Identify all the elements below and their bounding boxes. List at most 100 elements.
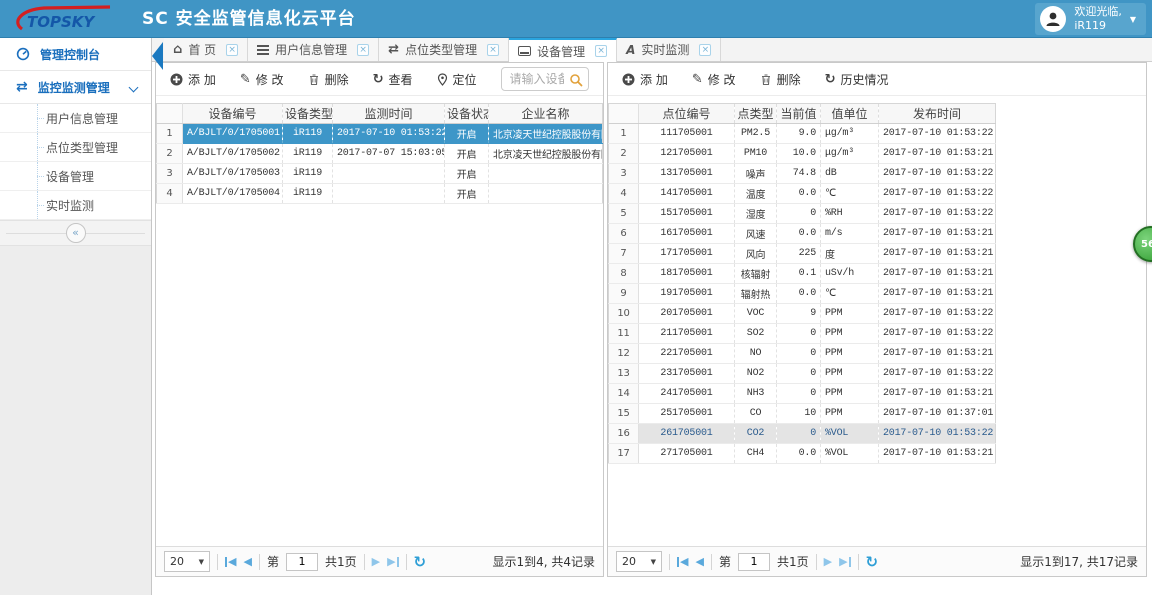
table-cell: 度 [820, 243, 879, 264]
table-row[interactable]: 1 111705001 PM2.5 9.0 μg/m³ 2017-07-10 01:53:… [608, 123, 996, 144]
table-row[interactable]: 12 221705001 NO 0 PPM 2017-07-10 01:53:21 [608, 343, 996, 364]
tab-home[interactable]: ⌂ 首 页 × [164, 38, 249, 61]
refresh-button[interactable]: ↻ [866, 553, 879, 571]
table-row[interactable]: 4 141705001 温度 0.0 ℃ 2017-07-10 01:53:22 [608, 183, 996, 204]
row-number: 7 [608, 243, 639, 264]
prev-page-button[interactable]: ◀ [695, 555, 703, 568]
table-cell: 2017-07-10 01:53:22 [878, 203, 996, 224]
table-row[interactable]: 13 231705001 NO2 0 PPM 2017-07-10 01:53:22 [608, 363, 996, 384]
table-cell: 北京凌天世纪控股股份有限公司 [488, 123, 603, 144]
search-icon[interactable] [569, 73, 583, 87]
table-row[interactable]: 9 191705001 辐射热 0.0 ℃ 2017-07-10 01:53:21 [608, 283, 996, 304]
page-label: 第 [266, 555, 279, 569]
sidebar-section-monitor[interactable]: ⇄ 监控监测管理 [0, 71, 151, 104]
page-size-select[interactable]: 20 ▼ [164, 551, 210, 572]
edit-button[interactable]: ✎ 修 改 [240, 71, 284, 88]
history-button[interactable]: ↻ 历史情况 [825, 71, 889, 88]
table-row[interactable]: 5 151705001 湿度 0 %RH 2017-07-10 01:53:22 [608, 203, 996, 224]
page-size-select[interactable]: 20 ▼ [616, 551, 662, 572]
table-cell: 0.1 [776, 263, 821, 284]
table-cell: 74.8 [776, 163, 821, 184]
user-menu[interactable]: 欢迎光临, iR119 ▼ [1035, 3, 1146, 35]
table-row[interactable]: 14 241705001 NH3 0 PPM 2017-07-10 01:53:21 [608, 383, 996, 404]
last-page-button[interactable]: ▶ [387, 555, 399, 568]
next-page-button[interactable]: ▶ [372, 555, 380, 568]
table-cell: A/BJLT/0/1705003 [182, 163, 283, 184]
table-row[interactable]: 6 161705001 风速 0.0 m/s 2017-07-10 01:53:21 [608, 223, 996, 244]
sidebar-item-user-info[interactable]: 用户信息管理 [0, 104, 151, 133]
column-header[interactable]: 监测时间 [332, 103, 445, 124]
column-header[interactable]: 当前值 [776, 103, 821, 124]
collapse-icon[interactable]: « [65, 223, 86, 243]
table-row[interactable]: 4 A/BJLT/0/1705004 iR119 开启 [156, 183, 603, 204]
table-row[interactable]: 17 271705001 CH4 0.0 %VOL 2017-07-10 01:53:21 [608, 443, 996, 464]
tab-user-info[interactable]: 用户信息管理 × [248, 38, 380, 61]
next-page-icon: ▶ [371, 555, 381, 568]
tab-realtime[interactable]: A 实时监测 × [617, 38, 722, 61]
close-icon[interactable]: × [357, 43, 370, 56]
device-pagination: 20 ▼ ◀ ◀ 第 共1页 ▶ [156, 546, 603, 576]
table-cell: ℃ [820, 183, 879, 204]
prev-page-button[interactable]: ◀ [243, 555, 251, 568]
logo-text: TOPSKY [27, 13, 96, 31]
close-icon[interactable]: × [699, 43, 712, 56]
table-cell: NO [734, 343, 777, 364]
page-number-input[interactable] [737, 552, 770, 571]
table-cell: PM2.5 [734, 123, 777, 144]
close-icon[interactable]: × [226, 43, 239, 56]
table-cell: 201705001 [638, 303, 735, 324]
sidebar-section-console[interactable]: 管理控制台 [0, 38, 151, 71]
column-header[interactable]: 企业名称 [488, 103, 603, 124]
table-cell: 2017-07-10 01:53:22 [878, 123, 996, 144]
table-row[interactable]: 2 121705001 PM10 10.0 μg/m³ 2017-07-10 01:53:… [608, 143, 996, 164]
column-header[interactable]: 设备编号 [182, 103, 283, 124]
table-row[interactable]: 3 A/BJLT/0/1705003 iR119 开启 [156, 163, 603, 184]
sidebar-item-point-type[interactable]: 点位类型管理 [0, 133, 151, 162]
table-row[interactable]: 11 211705001 SO2 0 PPM 2017-07-10 01:53:22 [608, 323, 996, 344]
home-icon: ⌂ [173, 42, 183, 57]
row-number: 2 [156, 143, 183, 164]
table-cell: PPM [820, 343, 879, 364]
table-row[interactable]: 3 131705001 噪声 74.8 dB 2017-07-10 01:53:22 [608, 163, 996, 184]
table-row[interactable]: 7 171705001 风向 225 度 2017-07-10 01:53:21 [608, 243, 996, 264]
plus-circle-icon [622, 73, 635, 85]
column-header[interactable]: 值单位 [820, 103, 879, 124]
column-header[interactable]: 点类型 [734, 103, 777, 124]
first-page-button[interactable]: ◀ [225, 555, 236, 568]
table-row[interactable]: 1 A/BJLT/0/1705001 iR119 2017-07-10 01:53:2… [156, 123, 603, 144]
table-cell: A/BJLT/0/1705001 [182, 123, 283, 144]
table-row[interactable]: 15 251705001 CO 10 PPM 2017-07-10 01:37:01 [608, 403, 996, 424]
close-icon[interactable]: × [487, 43, 500, 56]
close-icon[interactable]: × [595, 45, 608, 57]
page-total-label: 共1页 [776, 555, 809, 569]
tab-device[interactable]: 设备管理 × [509, 38, 618, 62]
divider [710, 553, 712, 570]
divider [669, 553, 670, 570]
column-header[interactable]: 设备类型 [282, 103, 333, 124]
table-row[interactable]: 2 A/BJLT/0/1705002 iR119 2017-07-07 15:03:0… [156, 143, 603, 164]
add-button[interactable]: 添 加 [622, 71, 668, 88]
sidebar-item-realtime[interactable]: 实时监测 [0, 191, 151, 220]
delete-button[interactable]: 删除 [760, 71, 801, 88]
next-page-button[interactable]: ▶ [824, 555, 832, 568]
locate-button[interactable]: 定位 [437, 71, 477, 88]
last-page-button[interactable]: ▶ [839, 555, 851, 568]
edit-button[interactable]: ✎ 修 改 [692, 71, 736, 88]
view-button[interactable]: ↻ 查看 [373, 71, 413, 88]
page-number-input[interactable] [285, 552, 318, 571]
add-button[interactable]: 添 加 [170, 71, 216, 88]
sidebar-collapse[interactable]: « [0, 220, 151, 246]
delete-button[interactable]: 删除 [308, 71, 349, 88]
pencil-icon: ✎ [239, 71, 251, 87]
tab-point-type[interactable]: ⇄ 点位类型管理 × [379, 38, 510, 61]
table-row[interactable]: 10 201705001 VOC 9 PPM 2017-07-10 01:53:22 [608, 303, 996, 324]
refresh-button[interactable]: ↻ [414, 553, 427, 571]
column-header[interactable]: 点位编号 [638, 103, 735, 124]
table-row[interactable]: 8 181705001 核辐射 0.1 uSv/h 2017-07-10 01:53:21 [608, 263, 996, 284]
next-page-icon: ▶ [823, 555, 833, 568]
column-header[interactable]: 发布时间 [878, 103, 996, 124]
sidebar-item-device[interactable]: 设备管理 [0, 162, 151, 191]
column-header[interactable]: 设备状态 [444, 103, 489, 124]
first-page-button[interactable]: ◀ [677, 555, 688, 568]
table-row[interactable]: 16 261705001 CO2 0 %VOL 2017-07-10 01:53:22 [608, 423, 996, 444]
